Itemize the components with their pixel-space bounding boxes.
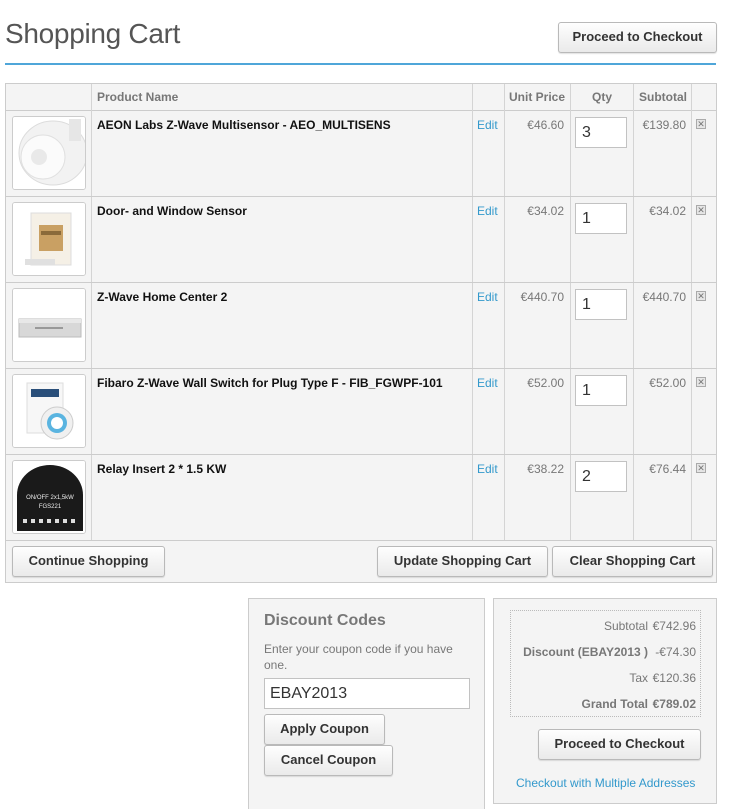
unit-price: €46.60 <box>527 118 564 132</box>
title-divider <box>5 63 716 65</box>
column-unit-price: Unit Price <box>509 90 566 104</box>
unit-price: €52.00 <box>527 376 564 390</box>
discount-row: Discount (EBAY2013 ) -€74.30 <box>511 645 696 661</box>
totals-table: Subtotal €742.96 Discount (EBAY2013 ) -€… <box>510 610 701 717</box>
relay-label-line1: ON/OFF 2x1,5kW <box>26 495 74 501</box>
door-sensor-image[interactable] <box>12 202 86 276</box>
unit-price: €38.22 <box>527 462 564 476</box>
coupon-code-input[interactable] <box>264 678 470 709</box>
qty-input[interactable] <box>575 461 627 492</box>
tax-row: Tax €120.36 <box>511 671 696 687</box>
subtotal-row: Subtotal €742.96 <box>511 619 696 635</box>
table-row: Z-Wave Home Center 2 Edit €440.70 €440.7… <box>6 283 716 369</box>
grand-total-row: Grand Total €789.02 <box>511 697 696 713</box>
remove-item-icon[interactable]: ✕ <box>696 119 706 129</box>
relay-label-line2: FGS221 <box>39 504 62 510</box>
product-name[interactable]: Fibaro Z-Wave Wall Switch for Plug Type … <box>97 376 443 390</box>
update-cart-button[interactable]: Update Shopping Cart <box>377 546 548 577</box>
cart-table-header: Product Name Unit Price Qty Subtotal <box>6 84 716 111</box>
discount-value: -€74.30 <box>655 645 696 659</box>
unit-price: €34.02 <box>527 204 564 218</box>
remove-item-icon[interactable]: ✕ <box>696 463 706 473</box>
cart-totals-panel: Subtotal €742.96 Discount (EBAY2013 ) -€… <box>493 598 717 804</box>
qty-input[interactable] <box>575 375 627 406</box>
product-name[interactable]: Relay Insert 2 * 1.5 KW <box>97 462 226 476</box>
table-row: AEON Labs Z-Wave Multisensor - AEO_MULTI… <box>6 111 716 197</box>
grand-total-value: €789.02 <box>652 697 696 711</box>
tax-value: €120.36 <box>652 671 696 685</box>
table-row: ON/OFF 2x1,5kW FGS221 Relay Insert 2 * 1… <box>6 455 716 541</box>
qty-input[interactable] <box>575 117 627 148</box>
edit-link[interactable]: Edit <box>477 290 498 304</box>
tax-label: Tax <box>629 671 648 685</box>
product-name[interactable]: Door- and Window Sensor <box>97 204 247 218</box>
grand-total-label: Grand Total <box>581 697 648 711</box>
edit-link[interactable]: Edit <box>477 462 498 476</box>
discount-codes-panel: Discount Codes Enter your coupon code if… <box>248 598 485 809</box>
continue-shopping-button[interactable]: Continue Shopping <box>12 546 165 577</box>
qty-input[interactable] <box>575 289 627 320</box>
remove-item-icon[interactable]: ✕ <box>696 205 706 215</box>
discount-description: Enter your coupon code if you have one. <box>264 642 453 672</box>
multisensor-image[interactable] <box>12 116 86 190</box>
subtotal-value: €742.96 <box>652 619 696 633</box>
proceed-to-checkout-button-top[interactable]: Proceed to Checkout <box>558 22 717 53</box>
row-subtotal: €76.44 <box>649 462 686 476</box>
apply-coupon-button[interactable]: Apply Coupon <box>264 714 385 745</box>
edit-link[interactable]: Edit <box>477 376 498 390</box>
row-subtotal: €139.80 <box>642 118 686 132</box>
subtotal-label: Subtotal <box>603 619 648 633</box>
clear-cart-button[interactable]: Clear Shopping Cart <box>552 546 713 577</box>
column-subtotal: Subtotal <box>639 90 687 104</box>
checkout-multiple-addresses-link[interactable]: Checkout with Multiple Addresses <box>516 776 695 790</box>
product-name[interactable]: AEON Labs Z-Wave Multisensor - AEO_MULTI… <box>97 118 391 132</box>
row-subtotal: €52.00 <box>649 376 686 390</box>
table-row: Door- and Window Sensor Edit €34.02 €34.… <box>6 197 716 283</box>
page-title: Shopping Cart <box>5 18 181 49</box>
unit-price: €440.70 <box>520 290 564 304</box>
discount-label: Discount (EBAY2013 ) <box>523 645 648 659</box>
wall-plug-image[interactable] <box>12 374 86 448</box>
cancel-coupon-button[interactable]: Cancel Coupon <box>264 745 393 776</box>
edit-link[interactable]: Edit <box>477 204 498 218</box>
cart-table: Product Name Unit Price Qty Subtotal AEO… <box>5 83 717 583</box>
column-product-name: Product Name <box>97 90 179 104</box>
row-subtotal: €440.70 <box>642 290 686 304</box>
home-center-image[interactable] <box>12 288 86 362</box>
product-name[interactable]: Z-Wave Home Center 2 <box>97 290 227 304</box>
remove-item-icon[interactable]: ✕ <box>696 377 706 387</box>
discount-title: Discount Codes <box>264 612 386 629</box>
column-qty: Qty <box>592 90 613 104</box>
proceed-to-checkout-button[interactable]: Proceed to Checkout <box>538 729 701 760</box>
row-subtotal: €34.02 <box>649 204 686 218</box>
relay-insert-image[interactable]: ON/OFF 2x1,5kW FGS221 <box>12 460 86 534</box>
table-row: Fibaro Z-Wave Wall Switch for Plug Type … <box>6 369 716 455</box>
edit-link[interactable]: Edit <box>477 118 498 132</box>
qty-input[interactable] <box>575 203 627 234</box>
remove-item-icon[interactable]: ✕ <box>696 291 706 301</box>
